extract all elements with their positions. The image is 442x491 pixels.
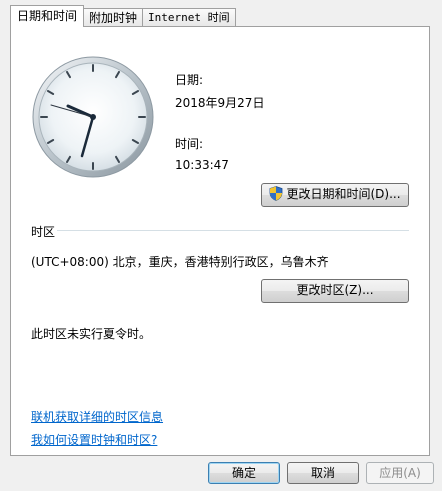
timezone-divider — [57, 230, 409, 231]
time-label: 时间: — [175, 137, 204, 151]
date-label: 日期: — [175, 73, 204, 87]
time-value: 10:33:47 — [175, 158, 229, 172]
dst-note: 此时区未实行夏令时。 — [31, 327, 152, 341]
shield-icon — [270, 186, 283, 201]
cancel-button[interactable]: 取消 — [287, 462, 359, 484]
help-link[interactable]: 我如何设置时钟和时区? — [31, 431, 157, 448]
tab-additional-clocks[interactable]: 附加时钟 — [83, 8, 144, 27]
ok-button[interactable]: 确定 — [208, 462, 280, 484]
timezone-section-label: 时区 — [31, 225, 56, 239]
timezone-value: (UTC+08:00) 北京，重庆，香港特别行政区，乌鲁木齐 — [31, 255, 329, 269]
apply-button[interactable]: 应用(A) — [366, 462, 434, 484]
tab-internet-time[interactable]: Internet 时间 — [142, 8, 236, 27]
change-date-time-label: 更改日期和时间(D)... — [286, 187, 401, 201]
tab-strip: 日期和时间 附加时钟 Internet 时间 — [10, 5, 236, 27]
analog-clock — [32, 56, 154, 178]
change-date-time-button[interactable]: 更改日期和时间(D)... — [261, 183, 409, 207]
change-timezone-button[interactable]: 更改时区(Z)... — [261, 279, 409, 303]
timezone-info-link[interactable]: 联机获取详细的时区信息 — [31, 408, 163, 425]
date-value: 2018年9月27日 — [175, 96, 265, 110]
tab-panel: 日期: 2018年9月27日 时间: 10:33:47 更改日期和时间(D)..… — [10, 26, 430, 456]
tab-date-time[interactable]: 日期和时间 — [10, 5, 85, 27]
